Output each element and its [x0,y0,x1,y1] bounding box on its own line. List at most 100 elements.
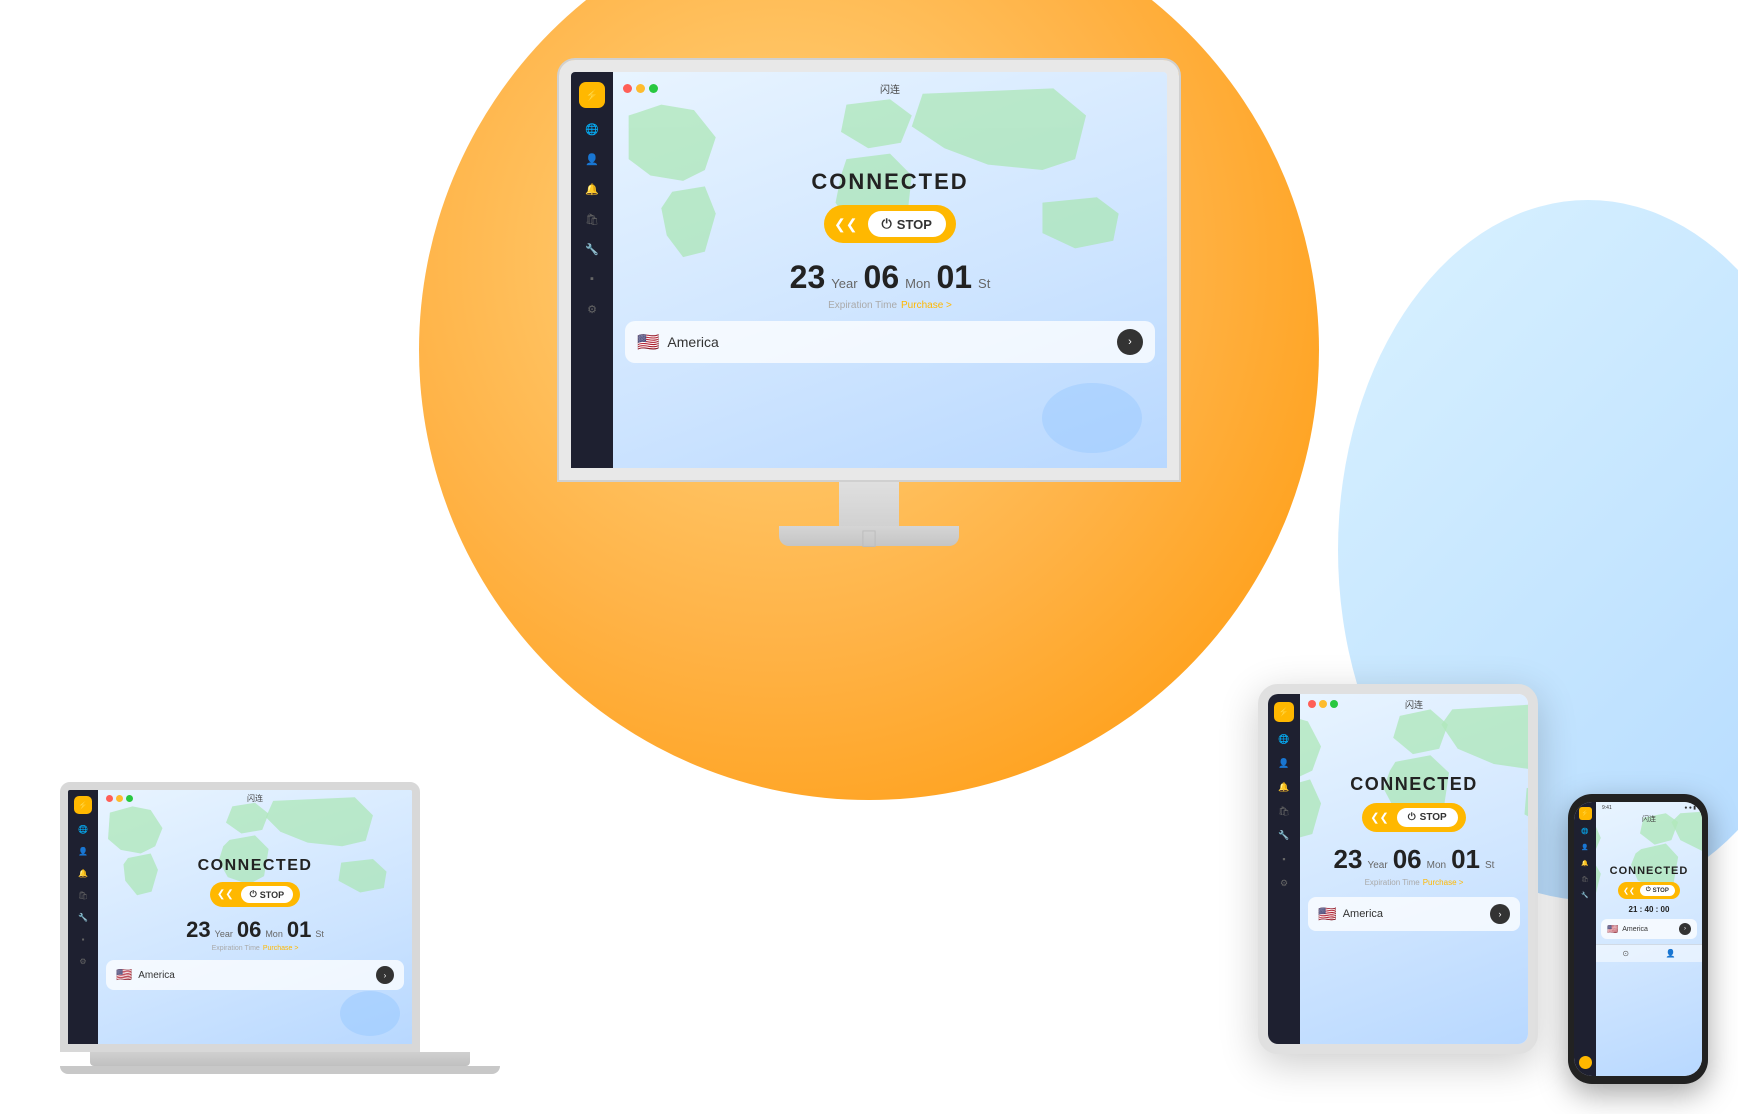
tablet-icon-square[interactable]: ▪ [1277,852,1291,866]
monitor-main-area: 闪连 CONNECTED ❮❮ ⏻ STOP 23 Yea [613,72,1167,468]
phone-icon-bell[interactable]: 🔔 [1580,858,1590,868]
laptop-stop-button[interactable]: ⏻ STOP [241,886,293,903]
phone-stop-button[interactable]: ⏻ STOP [1640,885,1675,896]
phone-icon-user[interactable]: 👤 [1580,842,1590,852]
laptop-titlebar: 闪连 [98,790,412,807]
laptop-icon-bell[interactable]: 🔔 [76,866,90,880]
phone-bottom-bar: ⊙ 👤 [1596,944,1702,962]
tablet-content: 闪连 CONNECTED ❮❮ ⏻ STOP [1300,694,1528,941]
monitor-day-num: 01 [936,259,972,296]
phone-location-arrow[interactable]: › [1679,923,1691,935]
laptop-icon-user[interactable]: 👤 [76,844,90,858]
tablet-icon-bell[interactable]: 🔔 [1277,780,1291,794]
monitor-stand-base:  [779,526,959,546]
laptop-icon-wrench[interactable]: 🔧 [76,910,90,924]
tablet-location-name: America [1343,908,1484,920]
phone-vpn-app: ⚡ 🌐 👤 🔔 🛍 🔧 [1574,802,1702,1076]
laptop-connect-button[interactable]: ❮❮ ⏻ STOP [210,882,300,907]
monitor-titlebar: 闪连 [613,78,1167,99]
phone-bottom-icon-user[interactable]: 👤 [1666,949,1676,958]
tablet-icon-user[interactable]: 👤 [1277,756,1291,770]
laptop-location-row[interactable]: 🇺🇸 America › [106,960,404,990]
laptop-tl-red[interactable] [106,795,113,802]
tablet-tl-green[interactable] [1330,700,1338,708]
monitor-sidebar-icon-globe[interactable]: 🌐 [583,120,601,138]
tablet-stop-button[interactable]: ⏻ STOP [1397,808,1458,827]
tablet-app-name: 闪连 [1405,698,1423,711]
monitor-sidebar-icon-gear[interactable]: ⚙ [583,300,601,318]
laptop-year-num: 23 [186,917,210,943]
phone-main-area: 9:41 ● ● ▮ 闪连 CONNECTED ❮❮ ⏻ [1596,802,1702,1076]
monitor-connect-button[interactable]: ❮❮ ⏻ STOP [824,205,956,243]
phone-timer-value: 21 : 40 : 00 [1629,905,1670,914]
phone-icon-globe[interactable]: 🌐 [1580,826,1590,836]
monitor-month-num: 06 [864,259,900,296]
laptop-location-arrow[interactable]: › [376,966,394,984]
monitor-location-row[interactable]: 🇺🇸 America › [625,321,1155,363]
tablet-year-num: 23 [1334,844,1363,875]
monitor-blue-decoration [1042,383,1142,453]
laptop-tl-green[interactable] [126,795,133,802]
laptop-day-num: 01 [287,917,311,943]
tablet-icon-globe[interactable]: 🌐 [1277,732,1291,746]
tablet-connected-status: CONNECTED [1350,774,1478,795]
phone-location-name: America [1622,926,1675,933]
laptop-base [90,1052,470,1066]
tablet-main-area: 闪连 CONNECTED ❮❮ ⏻ STOP [1300,694,1528,1044]
monitor-sidebar-icon-square[interactable]: ▪ [583,270,601,288]
tablet-icon-wrench[interactable]: 🔧 [1277,828,1291,842]
tablet-connect-button[interactable]: ❮❮ ⏻ STOP [1362,803,1465,832]
laptop-purchase-link[interactable]: Purchase > [263,945,299,952]
laptop-icon-globe[interactable]: 🌐 [76,822,90,836]
monitor-tl-green[interactable] [649,84,658,93]
monitor-location-arrow[interactable]: › [1117,329,1143,355]
monitor-traffic-lights [623,84,658,93]
monitor-sidebar-icon-wrench[interactable]: 🔧 [583,240,601,258]
monitor-purchase-link[interactable]: Purchase > [901,300,952,311]
monitor-sidebar-icon-user[interactable]: 👤 [583,150,601,168]
monitor-sidebar-icon-bell[interactable]: 🔔 [583,180,601,198]
phone-bottom-icon-home[interactable]: ⊙ [1622,949,1629,958]
monitor-expiry-row: Expiration Time Purchase > [828,300,952,311]
monitor-content: 闪连 CONNECTED ❮❮ ⏻ STOP 23 Yea [613,72,1167,373]
tablet-tl-red[interactable] [1308,700,1316,708]
phone-icon-wrench[interactable]: 🔧 [1580,890,1590,900]
tablet-location-arrow[interactable]: › [1490,904,1510,924]
monitor-wrapper: ⚡ 🌐 👤 🔔 🛍 🔧 ▪ ⚙ [559,60,1179,546]
monitor-sidebar-icon-bag[interactable]: 🛍 [583,210,601,228]
monitor-stop-button[interactable]: ⏻ STOP [868,211,946,237]
monitor-tl-red[interactable] [623,84,632,93]
tablet-purchase-link[interactable]: Purchase > [1423,878,1464,887]
tablet-icon-gear[interactable]: ⚙ [1277,876,1291,890]
laptop-arrows-icon: ❮❮ [214,889,237,900]
phone-connected-status: CONNECTED [1610,865,1689,877]
phone-flag-icon: 🇺🇸 [1607,924,1618,935]
laptop-month-num: 06 [237,917,261,943]
phone-location-row[interactable]: 🇺🇸 America › [1601,919,1697,939]
monitor-app-name: 闪连 [880,81,900,96]
phone-connect-button[interactable]: ❮❮ ⏻ STOP [1618,882,1680,899]
tablet-icon-bag[interactable]: 🛍 [1277,804,1291,818]
scene-container: ⚡ 🌐 👤 🔔 🛍 🔧 ▪ ⚙ [0,0,1738,1114]
monitor-tl-yellow[interactable] [636,84,645,93]
laptop-month-unit: Mon [265,929,283,939]
monitor-connected-status: CONNECTED [811,169,968,195]
monitor-time-display: 23 Year 06 Mon 01 St [790,259,991,296]
tablet-location-row[interactable]: 🇺🇸 America › [1308,897,1520,931]
tablet-expiry-row: Expiration Time Purchase > [1365,878,1464,887]
phone-content: 9:41 ● ● ▮ 闪连 CONNECTED ❮❮ ⏻ [1596,802,1702,962]
laptop-tl-yellow[interactable] [116,795,123,802]
tablet-tl-yellow[interactable] [1319,700,1327,708]
monitor-stand-neck [839,480,899,530]
laptop-stop-label: STOP [260,890,284,900]
laptop-icon-gear[interactable]: ⚙ [76,954,90,968]
tablet-titlebar: 闪连 [1300,694,1528,714]
tablet-device: ⚡ 🌐 👤 🔔 🛍 🔧 ▪ ⚙ [1258,684,1538,1054]
tablet-expiry-label: Expiration Time [1365,878,1420,887]
monitor-stop-label: STOP [897,217,932,232]
laptop-sidebar: ⚡ 🌐 👤 🔔 🛍 🔧 ▪ ⚙ [68,790,98,1044]
phone-icon-bag[interactable]: 🛍 [1580,874,1590,884]
laptop-icon-bag[interactable]: 🛍 [76,888,90,902]
monitor-location-name: America [667,334,1109,350]
laptop-icon-square[interactable]: ▪ [76,932,90,946]
